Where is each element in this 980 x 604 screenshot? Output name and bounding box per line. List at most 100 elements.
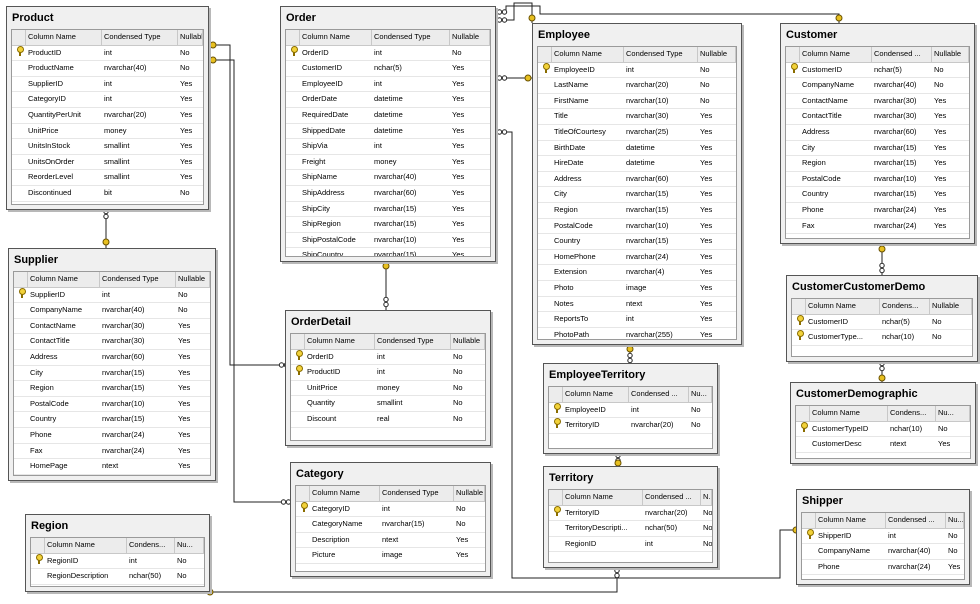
column-row[interactable]: CategoryName nvarchar(15) No xyxy=(296,517,485,533)
column-row[interactable]: ProductID int No xyxy=(291,365,485,381)
empty-row[interactable] xyxy=(31,585,204,586)
column-row[interactable]: CustomerTypeID nchar(10) No xyxy=(796,421,970,438)
column-row[interactable]: ShipName nvarchar(40) Yes xyxy=(286,170,490,186)
column-row[interactable]: QuantityPerUnit nvarchar(20) Yes xyxy=(12,108,203,124)
column-row[interactable]: PostalCode nvarchar(10) Yes xyxy=(14,397,210,413)
column-row[interactable]: Discontinued bit No xyxy=(12,186,203,202)
column-row[interactable]: PostalCode nvarchar(10) Yes xyxy=(786,172,969,188)
empty-row[interactable] xyxy=(802,575,964,579)
column-row[interactable]: ShipCountry nvarchar(15) Yes xyxy=(286,248,490,256)
column-row[interactable]: ShipAddress nvarchar(60) Yes xyxy=(286,186,490,202)
column-row[interactable]: RegionID int No xyxy=(31,553,204,570)
table-employee[interactable]: Employee Column Name Condensed Type Nullab… xyxy=(532,23,742,345)
empty-row[interactable] xyxy=(12,202,203,204)
column-row[interactable]: SupplierID int Yes xyxy=(12,77,203,93)
column-row[interactable]: ShipCity nvarchar(15) Yes xyxy=(286,202,490,218)
column-row[interactable]: TerritoryID nvarchar(20) No xyxy=(549,505,712,522)
column-row[interactable]: Picture image Yes xyxy=(296,548,485,564)
column-row[interactable]: Region nvarchar(15) Yes xyxy=(14,381,210,397)
table-customercustomerdemo[interactable]: CustomerCustomerDemo Column Name Condens.… xyxy=(786,275,978,362)
empty-row[interactable] xyxy=(792,346,972,356)
table-territory[interactable]: Territory Column NameCondensed ...N...Te… xyxy=(543,466,718,568)
column-row[interactable]: FirstName nvarchar(10) No xyxy=(538,94,736,110)
column-row[interactable]: CategoryID int No xyxy=(296,501,485,518)
column-row[interactable]: Freight money Yes xyxy=(286,155,490,171)
table-employeeterritory[interactable]: EmployeeTerritory Column Name Condensed .… xyxy=(543,363,718,454)
empty-row[interactable] xyxy=(549,434,712,448)
column-row[interactable]: HomePhone nvarchar(24) Yes xyxy=(538,250,736,266)
table-order[interactable]: Order Column Name Condensed Type Nullable O… xyxy=(280,6,496,262)
column-row[interactable]: CategoryID int Yes xyxy=(12,92,203,108)
table-region[interactable]: Region Column Name Condens... Nu... RegionI… xyxy=(25,514,210,592)
column-row[interactable]: CompanyName nvarchar(40) No xyxy=(14,303,210,319)
column-row[interactable]: RequiredDate datetime Yes xyxy=(286,108,490,124)
column-row[interactable]: City nvarchar(15) Yes xyxy=(786,141,969,157)
column-row[interactable]: OrderID int No xyxy=(286,45,490,62)
column-row[interactable]: ProductID int No xyxy=(12,45,203,62)
column-row[interactable]: LastName nvarchar(20) No xyxy=(538,78,736,94)
empty-row[interactable] xyxy=(296,564,485,571)
column-row[interactable]: Address nvarchar(60) Yes xyxy=(14,350,210,366)
empty-row[interactable] xyxy=(549,552,712,562)
column-row[interactable]: ShippedDate datetime Yes xyxy=(286,124,490,140)
empty-row[interactable] xyxy=(14,475,210,476)
column-row[interactable]: CustomerID nchar(5) No xyxy=(786,62,969,79)
column-row[interactable]: Extension nvarchar(4) Yes xyxy=(538,265,736,281)
column-row[interactable]: ProductName nvarchar(40) No xyxy=(12,61,203,77)
column-row[interactable]: Phone nvarchar(24) Yes xyxy=(14,428,210,444)
column-row[interactable]: Country nvarchar(15) Yes xyxy=(14,412,210,428)
column-row[interactable]: BirthDate datetime Yes xyxy=(538,141,736,157)
column-row[interactable]: ContactName nvarchar(30) Yes xyxy=(786,94,969,110)
table-customer[interactable]: Customer Column Name Condensed ... Nullabl… xyxy=(780,23,975,244)
column-row[interactable]: RegionID int No xyxy=(549,537,712,553)
column-row[interactable]: Fax nvarchar(24) Yes xyxy=(786,219,969,235)
column-row[interactable]: PostalCode nvarchar(10) Yes xyxy=(538,219,736,235)
table-shipper[interactable]: Shipper Column Name Condensed ... Nu... Shi… xyxy=(796,489,970,585)
column-row[interactable]: EmployeeID int No xyxy=(549,402,712,419)
column-row[interactable]: Discount real No xyxy=(291,412,485,428)
column-row[interactable]: Country nvarchar(15) Yes xyxy=(538,234,736,250)
column-row[interactable]: SupplierID int No xyxy=(14,287,210,304)
column-row[interactable]: Phone nvarchar(24) Yes xyxy=(802,560,964,576)
column-row[interactable]: City nvarchar(15) Yes xyxy=(538,187,736,203)
column-row[interactable]: UnitsInStock smallint Yes xyxy=(12,139,203,155)
column-row[interactable]: Photo image Yes xyxy=(538,281,736,297)
empty-row[interactable] xyxy=(786,234,969,238)
column-row[interactable]: Region nvarchar(15) Yes xyxy=(786,156,969,172)
column-row[interactable]: EmployeeID int No xyxy=(538,62,736,79)
table-product[interactable]: Product Column NameCondensed TypeNullabl… xyxy=(6,6,209,210)
column-row[interactable]: OrderDate datetime Yes xyxy=(286,92,490,108)
column-row[interactable]: ShipVia int Yes xyxy=(286,139,490,155)
column-row[interactable]: ContactTitle nvarchar(30) Yes xyxy=(786,109,969,125)
column-row[interactable]: CustomerID nchar(5) Yes xyxy=(286,61,490,77)
column-row[interactable]: ShipPostalCode nvarchar(10) Yes xyxy=(286,233,490,249)
column-row[interactable]: ShipRegion nvarchar(15) Yes xyxy=(286,217,490,233)
column-row[interactable]: Description ntext Yes xyxy=(296,533,485,549)
column-row[interactable]: RegionDescription nchar(50) No xyxy=(31,569,204,585)
column-row[interactable]: ContactName nvarchar(30) Yes xyxy=(14,319,210,335)
column-row[interactable]: Phone nvarchar(24) Yes xyxy=(786,203,969,219)
column-row[interactable]: Address nvarchar(60) Yes xyxy=(538,172,736,188)
column-row[interactable]: Address nvarchar(60) Yes xyxy=(786,125,969,141)
column-row[interactable]: CompanyName nvarchar(40) No xyxy=(802,544,964,560)
column-row[interactable]: Fax nvarchar(24) Yes xyxy=(14,444,210,460)
column-row[interactable]: OrderID int No xyxy=(291,349,485,366)
column-row[interactable]: ContactTitle nvarchar(30) Yes xyxy=(14,334,210,350)
table-category[interactable]: Category Column Name Condensed Type Nullab… xyxy=(290,462,491,577)
column-row[interactable]: Region nvarchar(15) Yes xyxy=(538,203,736,219)
column-row[interactable]: Notes ntext Yes xyxy=(538,297,736,313)
empty-row[interactable] xyxy=(291,428,485,440)
column-row[interactable]: ReportsTo int Yes xyxy=(538,312,736,328)
column-row[interactable]: CustomerID nchar(5) No xyxy=(792,314,972,331)
column-row[interactable]: PhotoPath nvarchar(255) Yes xyxy=(538,328,736,339)
column-row[interactable]: UnitPrice money Yes xyxy=(12,124,203,140)
column-row[interactable]: HireDate datetime Yes xyxy=(538,156,736,172)
column-row[interactable]: ReorderLevel smallint Yes xyxy=(12,170,203,186)
column-row[interactable]: ShipperID int No xyxy=(802,528,964,545)
column-row[interactable]: CustomerDesc ntext Yes xyxy=(796,437,970,453)
column-row[interactable]: UnitPrice money No xyxy=(291,381,485,397)
column-row[interactable]: TerritoryID nvarchar(20) No xyxy=(549,418,712,434)
table-supplier[interactable]: Supplier Column Name Condensed Type Nullab… xyxy=(8,248,216,481)
column-row[interactable]: TerritoryDescripti... nchar(50) No xyxy=(549,521,712,537)
column-row[interactable]: UnitsOnOrder smallint Yes xyxy=(12,155,203,171)
